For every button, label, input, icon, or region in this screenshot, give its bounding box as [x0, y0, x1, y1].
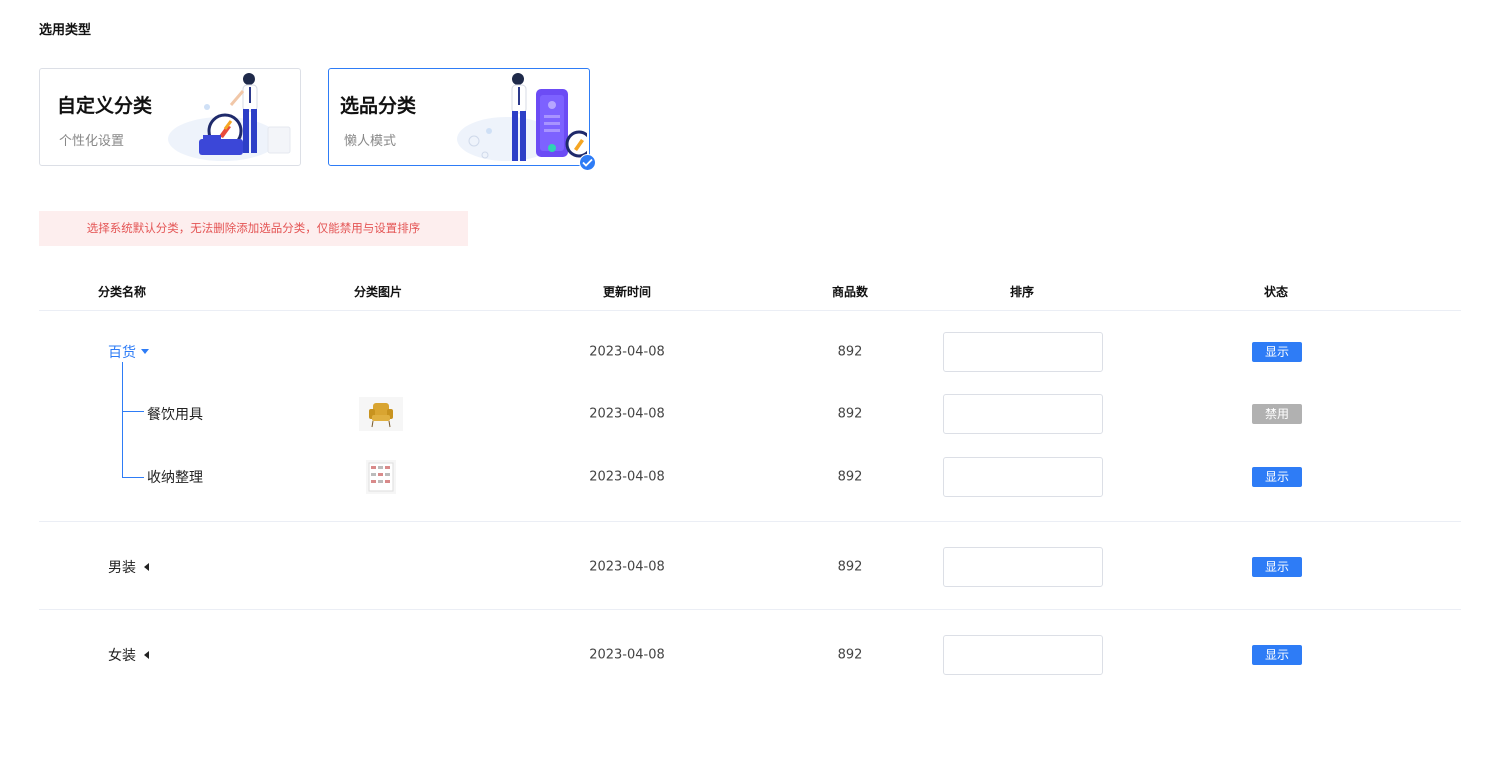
tree-branch-line — [122, 411, 144, 412]
header-count: 商品数 — [831, 285, 869, 299]
updated-date: 2023-04-08 — [589, 469, 665, 485]
category-name-toggle[interactable]: 男装 — [108, 557, 149, 577]
section-title: 选用类型 — [39, 23, 92, 38]
product-count: 892 — [837, 344, 863, 360]
sort-input[interactable] — [943, 394, 1103, 434]
sort-input[interactable] — [943, 457, 1103, 497]
header-sort: 排序 — [1009, 285, 1035, 299]
header-image: 分类图片 — [353, 285, 403, 299]
updated-date: 2023-04-08 — [589, 559, 665, 575]
row-divider — [39, 609, 1461, 610]
category-name-toggle[interactable]: 女装 — [108, 645, 149, 665]
preset-category-card[interactable]: 选品分类 懒人模式 — [328, 68, 596, 171]
category-name: 男装 — [108, 560, 136, 576]
header-name: 分类名称 — [97, 285, 147, 299]
updated-date: 2023-04-08 — [589, 647, 665, 663]
selected-check-icon — [579, 154, 596, 171]
category-name: 餐饮用具 — [147, 407, 203, 423]
custom-category-card[interactable]: 自定义分类 个性化设置 — [39, 68, 301, 166]
status-button[interactable]: 显示 — [1252, 342, 1302, 362]
updated-date: 2023-04-08 — [589, 406, 665, 422]
status-button[interactable]: 显示 — [1252, 467, 1302, 487]
armchair-thumbnail — [359, 397, 403, 431]
category-name: 百货 — [108, 345, 136, 361]
card-subtitle: 个性化设置 — [59, 134, 125, 149]
card-title: 选品分类 — [340, 95, 417, 117]
caret-left-icon — [144, 651, 149, 659]
row-divider — [39, 521, 1461, 522]
caret-left-icon — [144, 563, 149, 571]
tree-connector-line — [122, 362, 123, 478]
person-compass-illustration — [168, 73, 291, 161]
notice-banner: 选择系统默认分类，无法删除添加选品分类，仅能禁用与设置排序 — [39, 211, 468, 246]
status-button[interactable]: 显示 — [1252, 645, 1302, 665]
category-name: 女装 — [108, 648, 136, 664]
tree-branch-line — [122, 477, 144, 478]
sort-input[interactable] — [943, 332, 1103, 372]
person-phone-illustration — [457, 73, 587, 161]
status-button[interactable]: 禁用 — [1252, 404, 1302, 424]
status-button[interactable]: 显示 — [1252, 557, 1302, 577]
product-count: 892 — [837, 559, 863, 575]
product-count: 892 — [837, 406, 863, 422]
product-count: 892 — [837, 469, 863, 485]
cabinet-thumbnail — [366, 460, 396, 494]
table-header: 分类名称 分类图片 更新时间 商品数 排序 状态 — [39, 272, 1461, 311]
header-updated: 更新时间 — [602, 285, 652, 299]
updated-date: 2023-04-08 — [589, 344, 665, 360]
header-status: 状态 — [1263, 285, 1289, 299]
caret-down-icon — [141, 349, 149, 354]
product-count: 892 — [837, 647, 863, 663]
card-subtitle: 懒人模式 — [344, 134, 397, 149]
category-name: 收纳整理 — [147, 470, 203, 486]
sort-input[interactable] — [943, 635, 1103, 675]
card-title: 自定义分类 — [57, 95, 153, 117]
category-name-toggle[interactable]: 百货 — [108, 342, 149, 362]
sort-input[interactable] — [943, 547, 1103, 587]
